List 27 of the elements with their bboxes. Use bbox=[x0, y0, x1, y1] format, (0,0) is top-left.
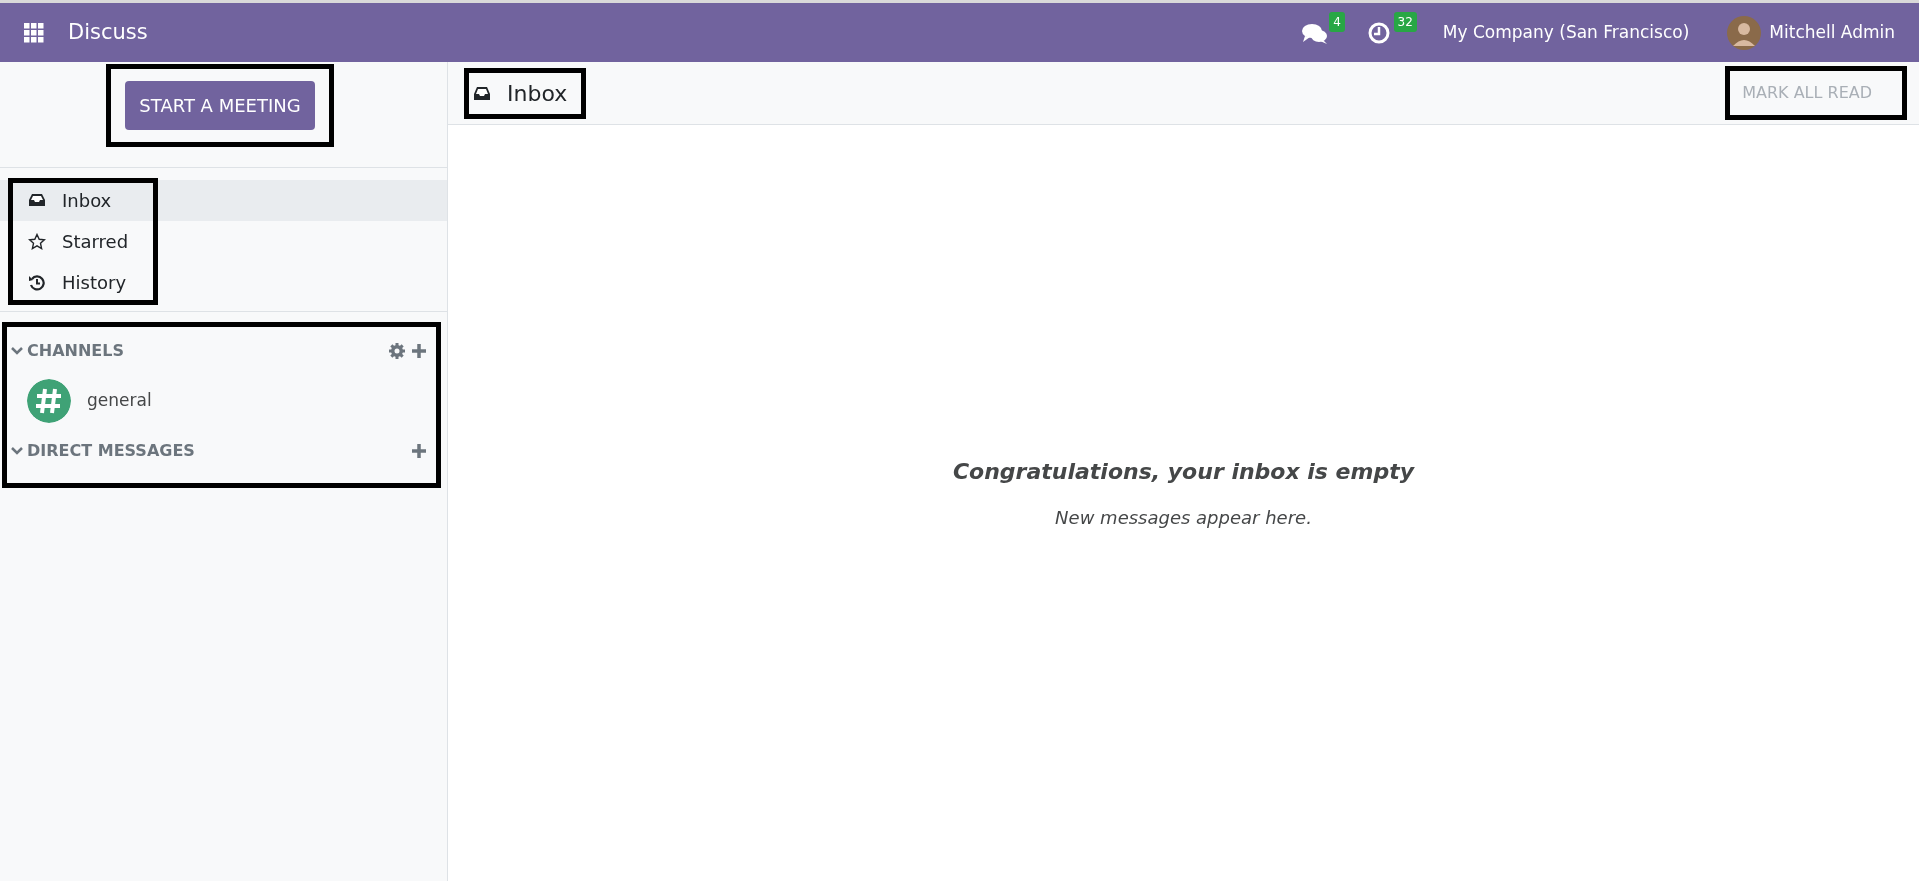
channel-item[interactable]: general bbox=[87, 388, 152, 414]
inbox-tray-icon bbox=[28, 192, 46, 209]
clock-icon[interactable] bbox=[1366, 20, 1391, 45]
app-title: Discuss bbox=[68, 18, 148, 46]
empty-state-text: New messages appear here. bbox=[1055, 506, 1312, 530]
message-count: 4 bbox=[1329, 12, 1345, 33]
add-icon[interactable] bbox=[410, 442, 428, 460]
category-header[interactable]: DIRECT MESSAGES bbox=[27, 439, 195, 463]
activity-count: 32 bbox=[1393, 12, 1417, 33]
chevron-down-icon[interactable] bbox=[11, 346, 23, 356]
mailbox-item[interactable]: Inbox bbox=[0, 180, 447, 221]
page-title: Inbox bbox=[507, 79, 568, 108]
mailbox-item[interactable]: History bbox=[0, 262, 447, 303]
add-icon[interactable] bbox=[410, 342, 428, 360]
inbox-tray-icon bbox=[473, 85, 491, 101]
empty-state-title: Congratulations, your inbox is empty bbox=[952, 458, 1415, 486]
settings-icon[interactable] bbox=[388, 342, 406, 360]
apps-grid-icon[interactable] bbox=[24, 22, 44, 43]
start-meeting-button[interactable]: START A MEETING bbox=[125, 81, 315, 130]
chevron-down-icon[interactable] bbox=[11, 446, 23, 456]
avatar-icon bbox=[1727, 15, 1762, 50]
company-switcher[interactable]: My Company (San Francisco) bbox=[1442, 19, 1690, 46]
history-icon bbox=[28, 274, 46, 291]
user-menu[interactable]: Mitchell Admin bbox=[1769, 19, 1895, 46]
mailbox-item[interactable]: Starred bbox=[0, 221, 447, 262]
star-icon bbox=[28, 233, 46, 250]
category-header[interactable]: CHANNELS bbox=[27, 339, 124, 363]
